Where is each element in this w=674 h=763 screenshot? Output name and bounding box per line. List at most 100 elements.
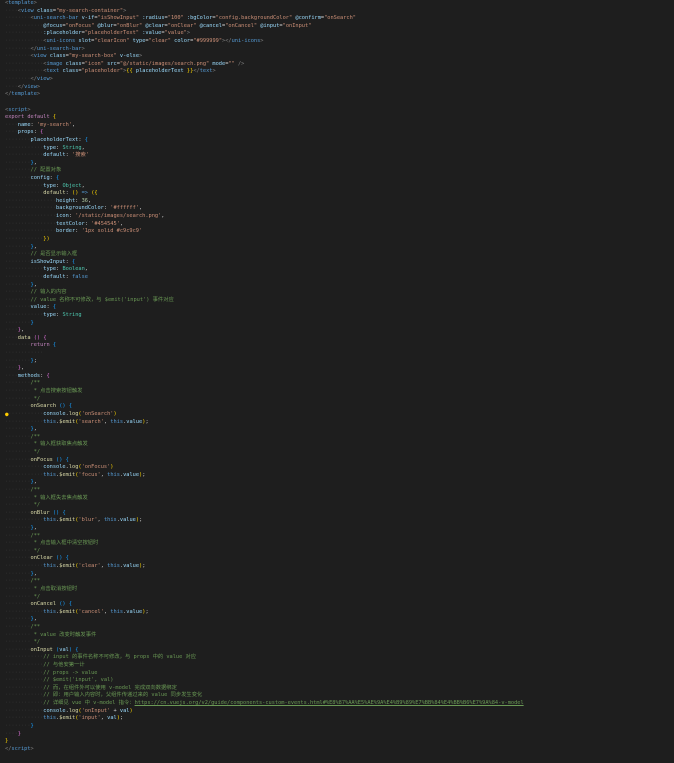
- code-line[interactable]: ············this.$emit('focus', this.val…: [0, 472, 674, 480]
- code-line[interactable]: ········<uni-search-bar v-if="isShowInpu…: [0, 15, 674, 23]
- code-line[interactable]: ········},: [0, 616, 674, 624]
- code-line[interactable]: ············console.log('onFocus'): [0, 464, 674, 472]
- code-line[interactable]: ········};: [0, 358, 674, 366]
- code-line[interactable]: ········/**: [0, 533, 674, 541]
- code-line[interactable]: ········</view>: [0, 76, 674, 84]
- code-line[interactable]: ············default: '搜索': [0, 152, 674, 160]
- code-line[interactable]: ········config: {: [0, 175, 674, 183]
- code-line[interactable]: ········placeholderText: {: [0, 137, 674, 145]
- code-line[interactable]: ····data () {: [0, 335, 674, 343]
- code-line[interactable]: ········},: [0, 426, 674, 434]
- code-line[interactable]: </script>: [0, 746, 674, 754]
- code-line[interactable]: ····</view>: [0, 84, 674, 92]
- code-line[interactable]: ············// props -> value: [0, 670, 674, 678]
- code-line[interactable]: ············console.log('onInput' + val): [0, 708, 674, 716]
- code-line[interactable]: ············}): [0, 236, 674, 244]
- code-line[interactable]: ················textColor: '#454545',: [0, 221, 674, 229]
- code-line[interactable]: ····methods: {: [0, 373, 674, 381]
- code-line[interactable]: ············@focus="onFocus" @blur="onBl…: [0, 23, 674, 31]
- code-line[interactable]: ····}: [0, 731, 674, 739]
- code-line[interactable]: ········</uni-search-bar>: [0, 46, 674, 54]
- code-line[interactable]: ········ */: [0, 502, 674, 510]
- code-line[interactable]: ················height: 36,: [0, 198, 674, 206]
- code-line[interactable]: ········onCancel () {: [0, 601, 674, 609]
- code-line[interactable]: ········ */: [0, 594, 674, 602]
- code-line[interactable]: ············default: false: [0, 274, 674, 282]
- code-line[interactable]: ········/**: [0, 380, 674, 388]
- code-line[interactable]: ········},: [0, 479, 674, 487]
- code-line[interactable]: ····},: [0, 365, 674, 373]
- code-line[interactable]: ········ * 点击搜索按钮触发: [0, 388, 674, 396]
- code-line[interactable]: ········ * 点击取消按钮时: [0, 586, 674, 594]
- code-line[interactable]: ············// $emit('input', val): [0, 677, 674, 685]
- code-line[interactable]: ············this.$emit('search', this.va…: [0, 419, 674, 427]
- code-line[interactable]: ············console.log('onSearch') ●: [0, 411, 674, 419]
- code-line[interactable]: ········},: [0, 571, 674, 579]
- code-line[interactable]: ····name: 'my-search',: [0, 122, 674, 130]
- code-line[interactable]: ············:placeholder="placeholderTex…: [0, 30, 674, 38]
- code-line[interactable]: ········onClear () {: [0, 555, 674, 563]
- code-line[interactable]: ········ */: [0, 639, 674, 647]
- code-line[interactable]: ············type: String: [0, 312, 674, 320]
- code-line[interactable]: ········ */: [0, 548, 674, 556]
- code-line[interactable]: <template>: [0, 0, 674, 8]
- code-line[interactable]: ············type: String,: [0, 145, 674, 153]
- code-line[interactable]: ········onSearch () {: [0, 403, 674, 411]
- code-line[interactable]: ········},: [0, 282, 674, 290]
- code-line[interactable]: ········// value 名称不可修改，与 $emit('input')…: [0, 297, 674, 305]
- code-line[interactable]: ············default: () => ({: [0, 190, 674, 198]
- code-line[interactable]: <script>: [0, 107, 674, 115]
- code-line[interactable]: ················border: '1px solid #c9c9…: [0, 228, 674, 236]
- code-editor[interactable]: <template> ····<view class="my-search-con…: [0, 0, 674, 763]
- code-line[interactable]: ········ * 输入框获取焦点触发: [0, 441, 674, 449]
- code-line[interactable]: ········/**: [0, 578, 674, 586]
- code-line[interactable]: ············type: Object,: [0, 183, 674, 191]
- code-line[interactable]: ····<view class="my-search-container">: [0, 8, 674, 16]
- code-line[interactable]: ········},: [0, 160, 674, 168]
- code-line[interactable]: ········},: [0, 525, 674, 533]
- code-line[interactable]: ········/**: [0, 487, 674, 495]
- code-line[interactable]: ········isShowInput: {: [0, 259, 674, 267]
- code-link[interactable]: https://cn.vuejs.org/v2/guide/components…: [135, 700, 524, 706]
- code-line[interactable]: ········ */: [0, 449, 674, 457]
- code-line[interactable]: ············<image class="icon" src="@/s…: [0, 61, 674, 69]
- code-line[interactable]: ············// input 的事件名称不可修改，与 props 中…: [0, 654, 674, 662]
- code-line[interactable]: ········<view class="my-search-box" v-el…: [0, 53, 674, 61]
- code-line[interactable]: ········// 是否显示输入框: [0, 251, 674, 259]
- code-line[interactable]: ············this.$emit('cancel', this.va…: [0, 609, 674, 617]
- lightbulb-icon[interactable]: ●: [5, 411, 11, 418]
- code-line[interactable]: ········// 输入的内容: [0, 289, 674, 297]
- code-line[interactable]: ········// 配置对象: [0, 167, 674, 175]
- code-line[interactable]: ········},: [0, 244, 674, 252]
- code-line[interactable]: ········value: {: [0, 304, 674, 312]
- code-line[interactable]: ····},: [0, 327, 674, 335]
- code-line[interactable]: ········}: [0, 723, 674, 731]
- code-line[interactable]: ············<text class="placeholder">{{…: [0, 68, 674, 76]
- code-line[interactable]: ········ * value 改变时触发事件: [0, 632, 674, 640]
- code-line[interactable]: ········onBlur () {: [0, 510, 674, 518]
- code-line[interactable]: ············this.$emit('input', val);: [0, 715, 674, 723]
- code-line[interactable]: [0, 99, 674, 107]
- code-line[interactable]: export default {: [0, 114, 674, 122]
- code-line[interactable]: ················backgroundColor: '#fffff…: [0, 205, 674, 213]
- code-line[interactable]: ········return {: [0, 342, 674, 350]
- code-line[interactable]: ········}: [0, 320, 674, 328]
- code-line[interactable]: ············<uni-icons slot="clearIcon" …: [0, 38, 674, 46]
- code-line[interactable]: ····props: {: [0, 129, 674, 137]
- code-line[interactable]: ············: [0, 350, 674, 358]
- code-line[interactable]: ········ * 点击输入框中清空按钮时: [0, 540, 674, 548]
- code-line[interactable]: ············this.$emit('blur', this.valu…: [0, 517, 674, 525]
- code-line[interactable]: ············type: Boolean,: [0, 266, 674, 274]
- code-line[interactable]: }: [0, 738, 674, 746]
- code-line[interactable]: </template>: [0, 91, 674, 99]
- code-line[interactable]: ············// 即：用户输入内容时，父组件传递过来的 value …: [0, 692, 674, 700]
- code-line[interactable]: ········ */: [0, 396, 674, 404]
- code-line[interactable]: ············// 与他安第一计: [0, 662, 674, 670]
- code-line[interactable]: ········ * 输入框失去焦点触发: [0, 495, 674, 503]
- code-line[interactable]: ········onFocus () {: [0, 457, 674, 465]
- code-line[interactable]: ········/**: [0, 624, 674, 632]
- code-line[interactable]: ············// 详细见 vue 中 v-model 指令：http…: [0, 700, 674, 708]
- code-line[interactable]: ············this.$emit('clear', this.val…: [0, 563, 674, 571]
- code-line[interactable]: ········/**: [0, 434, 674, 442]
- code-line[interactable]: ················icon: '/static/images/se…: [0, 213, 674, 221]
